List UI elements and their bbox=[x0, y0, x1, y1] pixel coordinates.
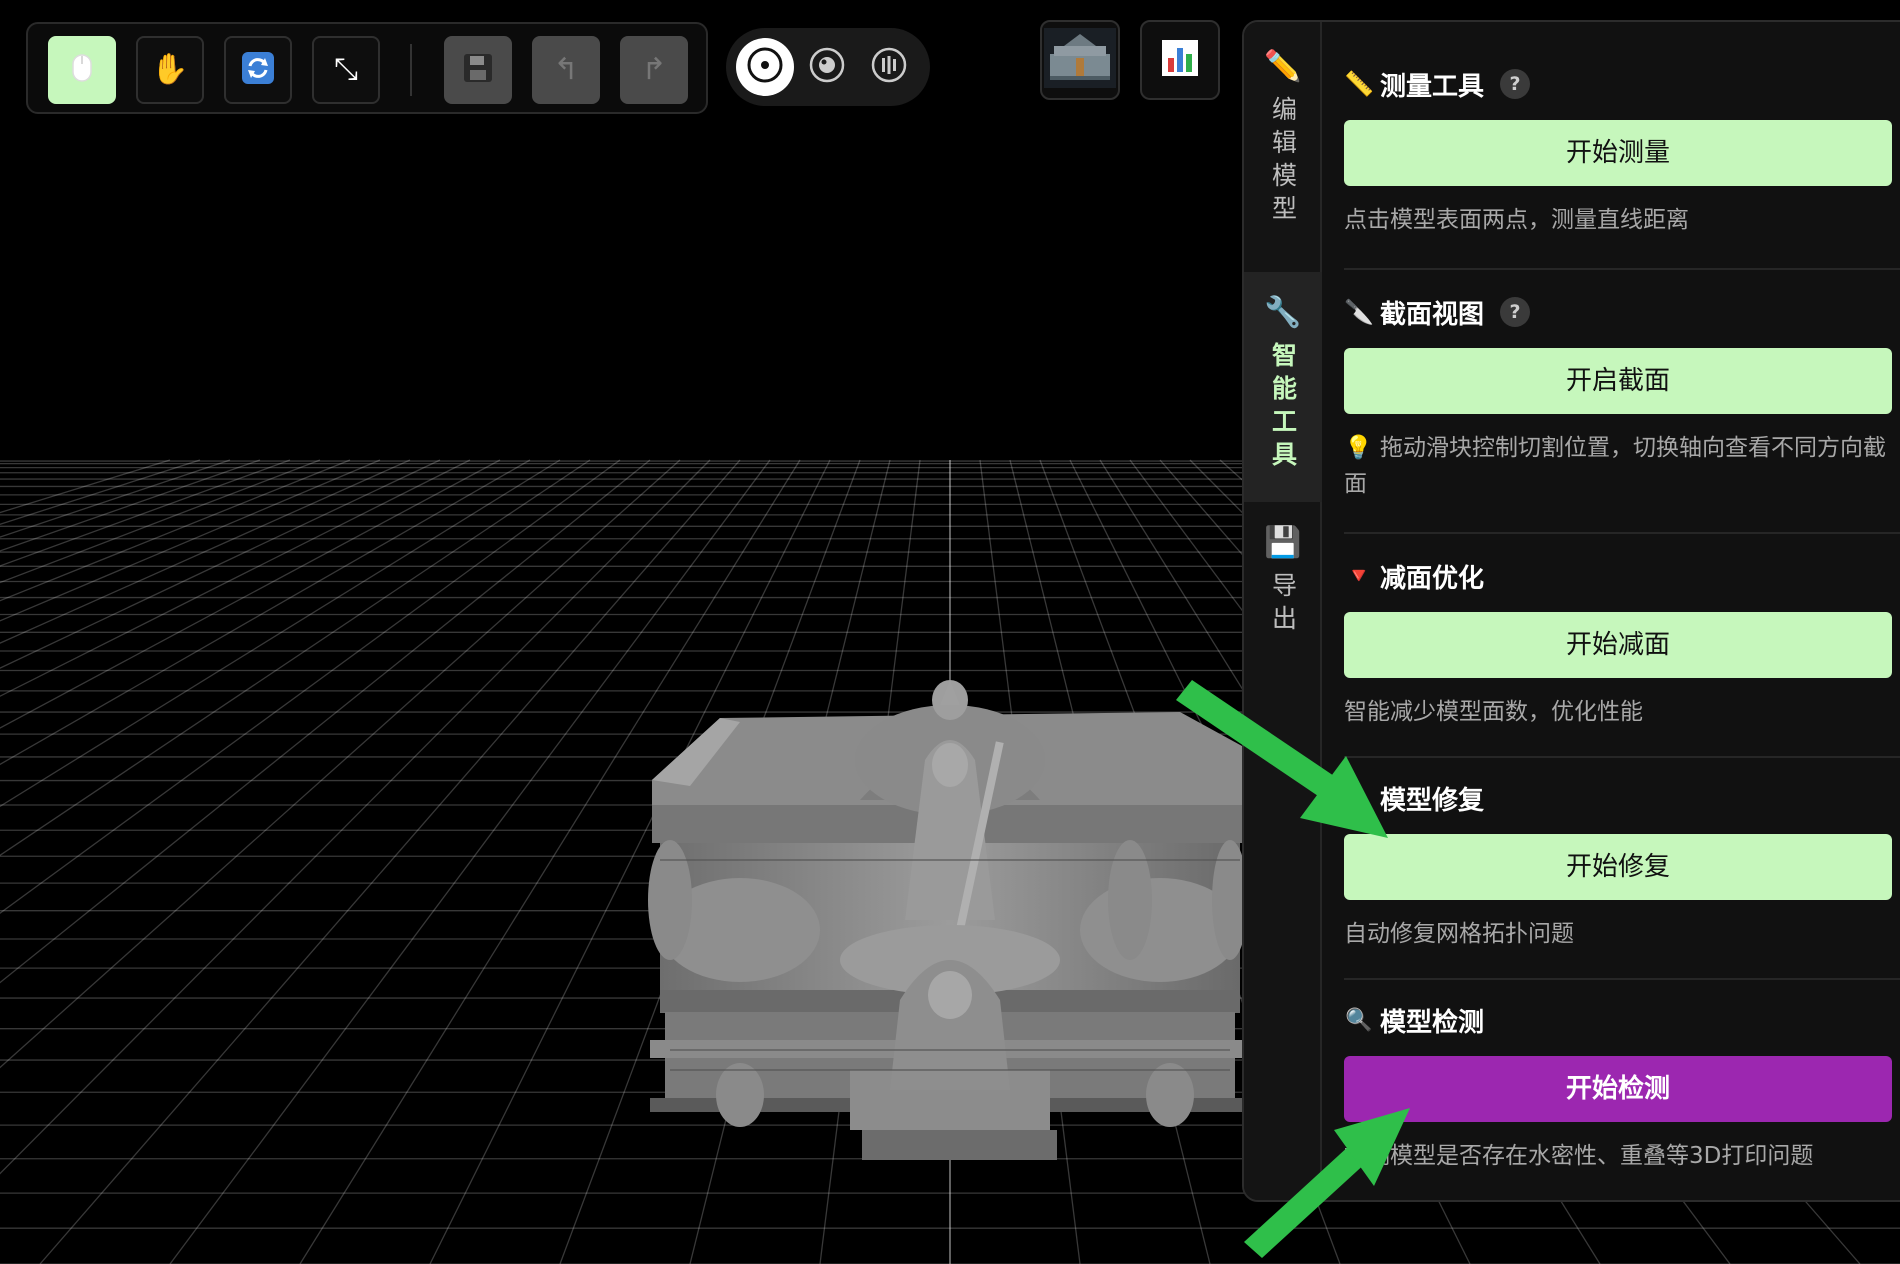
tools-content: 📏 测量工具 ? 开始测量 点击模型表面两点，测量直线距离 🔪 截面视图 ? 开… bbox=[1344, 22, 1900, 1200]
floppy-disk-icon: 💾 bbox=[1264, 524, 1302, 560]
tools-panel: ✏️ 编辑模型 🔧 智能工具 💾 导出 📏 测量工具 ? 开始测量 点击模型表面… bbox=[1242, 20, 1900, 1202]
section-description: 自动修复网格拓扑问题 bbox=[1344, 921, 1574, 947]
section-inspect: 🔍 模型检测 开始检测 检测模型是否存在水密性、重叠等3D打印问题 bbox=[1344, 1000, 1894, 1174]
model-preview-thumbnail bbox=[1044, 28, 1116, 92]
wireframe-view-icon bbox=[869, 45, 909, 89]
divider bbox=[1344, 268, 1900, 270]
tab-label: 导出 bbox=[1268, 572, 1298, 638]
pencil-icon: ✏️ bbox=[1264, 48, 1302, 84]
hand-icon: ✋ bbox=[151, 52, 189, 87]
wireframe-view-button[interactable] bbox=[860, 38, 918, 96]
start-inspect-button[interactable]: 开始检测 bbox=[1344, 1056, 1892, 1122]
undo-icon: ↰ bbox=[553, 52, 579, 87]
tab-label: 智能工具 bbox=[1268, 342, 1298, 474]
divider bbox=[1344, 756, 1900, 758]
section-description: 点击模型表面两点，测量直线距离 bbox=[1344, 207, 1689, 233]
section-title: 模型检测 bbox=[1380, 1007, 1485, 1038]
pan-tool-button[interactable]: ✋ bbox=[136, 36, 204, 104]
panel-side-tabs: ✏️ 编辑模型 🔧 智能工具 💾 导出 bbox=[1244, 22, 1322, 1200]
tab-export[interactable]: 💾 导出 bbox=[1244, 522, 1322, 652]
section-cross-section: 🔪 截面视图 ? 开启截面 💡 拖动滑块控制切割位置，切换轴向查看不同方向截面 bbox=[1344, 292, 1894, 502]
section-description: 检测模型是否存在水密性、重叠等3D打印问题 bbox=[1344, 1143, 1814, 1169]
wrench-icon: 🔧 bbox=[1264, 294, 1302, 330]
section-title: 模型修复 bbox=[1380, 785, 1485, 816]
section-repair: 🔨 模型修复 开始修复 自动修复网格拓扑问题 bbox=[1344, 778, 1894, 952]
section-title: 测量工具 bbox=[1380, 71, 1485, 102]
section-decimate: 🔻 减面优化 开始减面 智能减少模型面数，优化性能 bbox=[1344, 556, 1894, 730]
tab-edit-model[interactable]: ✏️ 编辑模型 bbox=[1244, 46, 1322, 246]
solid-view-icon bbox=[745, 45, 785, 89]
section-measure: 📏 测量工具 ? 开始测量 点击模型表面两点，测量直线距离 bbox=[1344, 64, 1894, 238]
view-mode-switcher bbox=[726, 28, 930, 106]
enable-section-button[interactable]: 开启截面 bbox=[1344, 348, 1892, 414]
divider bbox=[1344, 978, 1900, 980]
section-description: 智能减少模型面数，优化性能 bbox=[1344, 699, 1643, 725]
start-decimate-button[interactable]: 开始减面 bbox=[1344, 612, 1892, 678]
save-icon bbox=[462, 52, 494, 88]
statistics-button[interactable] bbox=[1140, 20, 1220, 100]
magnifier-icon: 🔍 bbox=[1345, 1007, 1373, 1033]
select-tool-button[interactable] bbox=[48, 36, 116, 104]
help-icon[interactable]: ? bbox=[1500, 297, 1531, 327]
mouse-icon bbox=[71, 53, 93, 87]
triangle-down-icon: 🔻 bbox=[1345, 563, 1373, 589]
help-icon[interactable]: ? bbox=[1500, 69, 1531, 99]
knife-icon: 🔪 bbox=[1344, 298, 1374, 326]
divider bbox=[1344, 532, 1900, 534]
model-preview-button[interactable] bbox=[1040, 20, 1120, 100]
undo-button[interactable]: ↰ bbox=[532, 36, 600, 104]
scale-tool-button[interactable]: ⤡ bbox=[312, 36, 380, 104]
section-title: 减面优化 bbox=[1380, 563, 1485, 594]
section-title: 截面视图 bbox=[1380, 299, 1485, 330]
repair-icon: 🔨 bbox=[1345, 785, 1373, 811]
resize-icon: ⤡ bbox=[334, 52, 358, 87]
save-button[interactable] bbox=[444, 36, 512, 104]
rotate-tool-button[interactable] bbox=[224, 36, 292, 104]
redo-icon: ↱ bbox=[641, 52, 667, 87]
tab-label: 编辑模型 bbox=[1268, 96, 1298, 228]
ruler-icon: 📏 bbox=[1344, 70, 1374, 98]
stats-chart-icon bbox=[1160, 38, 1200, 82]
tab-smart-tools[interactable]: 🔧 智能工具 bbox=[1244, 272, 1322, 502]
material-view-button[interactable] bbox=[798, 38, 856, 96]
section-description: 💡 拖动滑块控制切割位置，切换轴向查看不同方向截面 bbox=[1344, 435, 1886, 497]
start-repair-button[interactable]: 开始修复 bbox=[1344, 834, 1892, 900]
start-measure-button[interactable]: 开始测量 bbox=[1344, 120, 1892, 186]
solid-view-button[interactable] bbox=[736, 38, 794, 96]
redo-button[interactable]: ↱ bbox=[620, 36, 688, 104]
main-toolbar: ✋ ⤡ ↰ ↱ bbox=[26, 22, 708, 114]
toolbar-divider bbox=[410, 44, 412, 96]
rotate-icon bbox=[241, 51, 275, 89]
material-view-icon bbox=[807, 45, 847, 89]
